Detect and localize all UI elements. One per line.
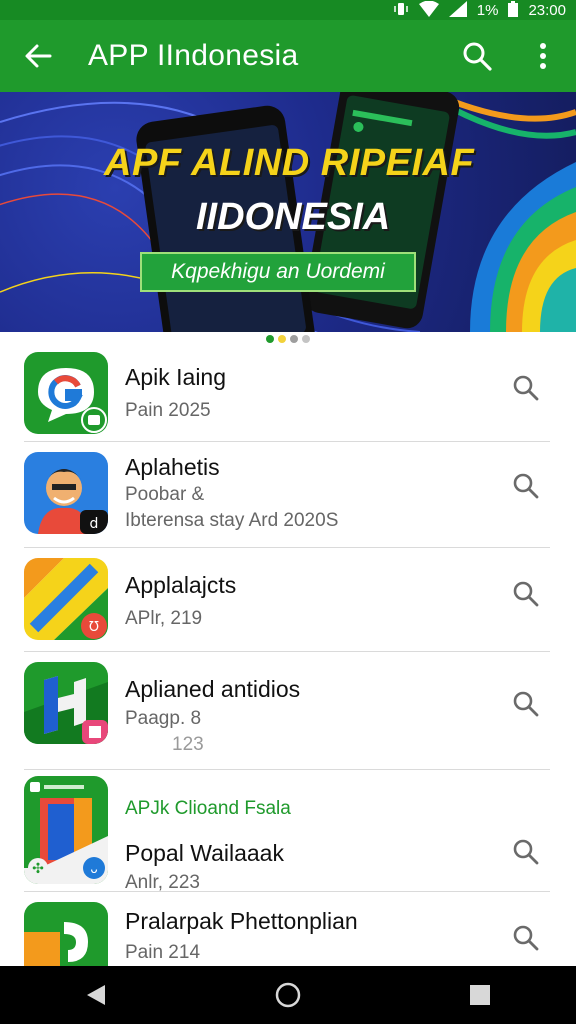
carousel-dot[interactable] <box>290 335 298 343</box>
vibrate-icon <box>393 1 409 19</box>
app-category-label: APJk Clioand Fsala <box>125 798 291 819</box>
wifi-icon <box>418 0 439 19</box>
banner-headline: APF ALIND RIPEIAF <box>104 142 475 184</box>
app-meta-secondary: Ibterensa stay Ard 2020S <box>125 510 339 531</box>
app-meta-secondary: 123 <box>172 734 204 755</box>
svg-text:✣: ✣ <box>32 861 44 877</box>
app-search-button[interactable] <box>508 686 544 722</box>
app-meta: APlr, 219 <box>125 608 203 629</box>
app-bar: APP IIndonesia <box>0 20 576 92</box>
book-app-icon[interactable]: ✣ ᴗ <box>24 776 108 884</box>
page-title: APP IIndonesia <box>88 39 299 72</box>
search-icon <box>513 375 539 401</box>
green-orange-app-icon[interactable] <box>24 902 108 972</box>
app-name: Apik Iaing <box>125 364 227 390</box>
svg-text:Ʊ: Ʊ <box>89 620 99 635</box>
carousel-dot-active[interactable] <box>266 335 274 343</box>
app-name: Aplahetis <box>125 454 220 480</box>
app-search-button[interactable] <box>508 920 544 956</box>
h-app-icon[interactable] <box>24 662 108 744</box>
search-icon <box>513 581 539 607</box>
banner-tagline: Kqpekhigu an Uordemi <box>140 252 416 292</box>
app-meta: Pain 214 <box>125 942 201 963</box>
list-item[interactable]: ✣ ᴗ APJk Clioand Fsala Popal Wailaaak An… <box>0 770 576 893</box>
svg-text:d: d <box>90 516 99 532</box>
search-icon <box>513 839 539 865</box>
carousel-indicator[interactable] <box>0 332 576 346</box>
search-icon <box>513 473 539 499</box>
banner-headline-country: IIDONESIA <box>196 196 391 238</box>
list-item[interactable]: Ʊ Applalajcts APlr, 219 <box>0 548 576 652</box>
g-chat-app-icon[interactable] <box>24 352 108 434</box>
search-icon <box>513 925 539 951</box>
maps-app-icon[interactable]: Ʊ <box>24 558 108 640</box>
app-name: Pralarpak Phettonplian <box>125 908 358 934</box>
search-icon <box>463 42 492 71</box>
app-name: Popal Wailaaak <box>125 840 284 866</box>
list-item[interactable]: Aplianed antidios Paagp. 8 123 <box>0 652 576 770</box>
more-options-button[interactable] <box>510 20 576 92</box>
list-item[interactable]: d Aplahetis Poobar & Ibterensa stay Ard … <box>0 442 576 548</box>
nav-back-button[interactable] <box>56 966 136 1024</box>
app-meta: Pain 2025 <box>125 400 211 421</box>
list-item[interactable]: Apik Iaing Pain 2025 <box>0 346 576 442</box>
search-icon <box>513 691 539 717</box>
recents-square-icon <box>470 985 490 1005</box>
home-circle-icon <box>275 982 301 1008</box>
search-button[interactable] <box>444 20 510 92</box>
app-search-button[interactable] <box>508 370 544 406</box>
nav-recents-button[interactable] <box>440 966 520 1024</box>
app-search-button[interactable] <box>508 834 544 870</box>
carousel-dot[interactable] <box>278 335 286 343</box>
battery-icon <box>508 1 519 19</box>
system-nav-bar <box>0 966 576 1024</box>
nav-home-button[interactable] <box>248 966 328 1024</box>
app-meta: Paagp. 8 <box>125 708 202 729</box>
app-name: Aplianed antidios <box>125 676 301 702</box>
signal-icon <box>448 1 467 19</box>
status-time: 23:00 <box>528 1 566 19</box>
battery-percent: 1% <box>476 1 499 19</box>
back-triangle-icon <box>87 985 105 1005</box>
status-bar: 1% 23:00 <box>0 0 576 20</box>
app-search-button[interactable] <box>508 576 544 612</box>
app-name: Applalajcts <box>125 572 237 598</box>
character-app-icon[interactable]: d <box>24 452 108 534</box>
more-vert-icon <box>540 43 546 69</box>
promo-banner[interactable]: APF ALIND RIPEIAF IIDONESIA Kqpekhigu an… <box>0 92 576 332</box>
app-list: Apik Iaing Pain 2025 d Aplahetis Poobar … <box>0 346 576 972</box>
app-search-button[interactable] <box>508 468 544 504</box>
app-meta: Poobar & <box>125 484 205 505</box>
carousel-dot[interactable] <box>302 335 310 343</box>
back-arrow-icon <box>25 44 52 68</box>
back-button[interactable] <box>0 20 76 92</box>
svg-text:ᴗ: ᴗ <box>90 862 97 876</box>
list-item[interactable]: Pralarpak Phettonplian Pain 214 <box>0 892 576 972</box>
